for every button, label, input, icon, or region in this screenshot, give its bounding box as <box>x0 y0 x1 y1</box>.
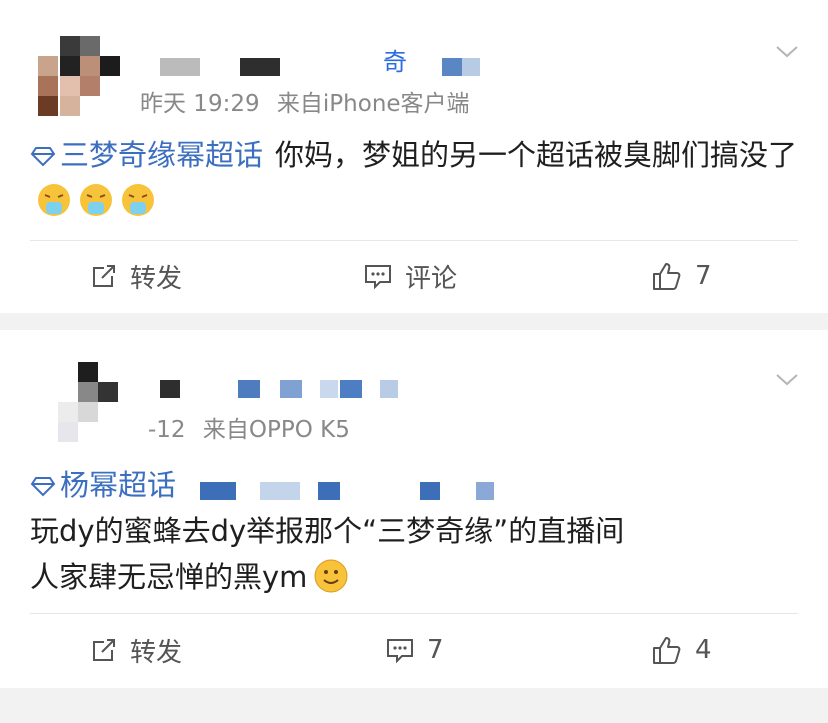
repost-icon <box>93 265 115 287</box>
username-blur <box>160 380 180 398</box>
comment-button[interactable]: 7 <box>385 622 444 678</box>
diamond-icon <box>30 477 56 497</box>
username-blur <box>340 380 362 398</box>
post-card-2: -12 来自OPPO K5 杨幂超话 玩dy的蜜蜂去dy举报那个“三梦奇缘”的直… <box>0 330 828 688</box>
username-blur <box>320 380 338 398</box>
repost-button[interactable]: 转发 <box>90 248 182 304</box>
post-text: 玩dy的蜜蜂去dy举报那个“三梦奇缘”的直播间 人家肆无忌惮的黑ym <box>30 508 808 600</box>
topic-link[interactable]: 三梦奇缘幂超话 <box>30 138 263 172</box>
post-text: 你妈，梦姐的另一个超话被臭脚们搞没了 <box>275 138 798 172</box>
topic-link[interactable]: 杨幂超话 <box>30 468 176 502</box>
divider <box>30 613 798 614</box>
vomit-emoji <box>38 184 70 216</box>
post-text-line: 玩dy的蜜蜂去dy举报那个“三梦奇缘”的直播间 <box>30 514 625 548</box>
chevron-down-icon[interactable] <box>774 38 800 64</box>
vomit-emoji <box>122 184 154 216</box>
like-button[interactable]: 4 <box>651 622 712 678</box>
post-meta: 昨天 19:29 来自iPhone客户端 <box>140 84 470 118</box>
post-meta: -12 来自OPPO K5 <box>148 410 350 444</box>
post-source: 来自iPhone客户端 <box>276 91 470 117</box>
action-bar: 转发 7 4 <box>0 622 828 678</box>
post-card-1: 奇 昨天 19:29 来自iPhone客户端 三梦奇缘幂超话 你妈，梦姐的另一个超… <box>0 0 828 313</box>
topic-blur <box>200 482 236 500</box>
post-text-line: 人家肆无忌惮的黑ym <box>30 554 808 600</box>
username[interactable]: 奇 <box>383 42 407 77</box>
chevron-down-icon[interactable] <box>774 366 800 392</box>
like-icon <box>653 263 681 290</box>
topic-blur <box>420 482 440 500</box>
topic-blur <box>476 482 494 500</box>
topic-blur <box>318 482 340 500</box>
smile-emoji <box>314 559 348 593</box>
comment-button[interactable]: 评论 <box>363 248 457 304</box>
post-source: 来自OPPO K5 <box>202 417 350 443</box>
like-icon <box>653 637 681 664</box>
like-button[interactable]: 7 <box>651 248 712 304</box>
vomit-emoji <box>80 184 112 216</box>
username-blur <box>238 380 260 398</box>
username-blur <box>380 380 398 398</box>
topic-blur <box>260 482 300 500</box>
post-body: 杨幂超话 <box>30 462 808 508</box>
comment-icon <box>365 265 391 290</box>
post-time: -12 <box>148 417 186 443</box>
username-blur <box>462 58 480 76</box>
repost-icon <box>93 639 115 661</box>
post-time: 昨天 19:29 <box>140 91 260 117</box>
action-bar: 转发 评论 7 <box>0 248 828 304</box>
post-body: 三梦奇缘幂超话 你妈，梦姐的另一个超话被臭脚们搞没了 <box>30 132 808 224</box>
username-blur <box>442 58 462 76</box>
repost-button[interactable]: 转发 <box>90 622 182 678</box>
username-blur <box>160 58 200 76</box>
username-blur <box>280 380 302 398</box>
avatar[interactable] <box>38 36 120 118</box>
divider <box>30 240 798 241</box>
avatar[interactable] <box>38 352 120 442</box>
diamond-icon <box>30 147 56 167</box>
username-blur <box>240 58 280 76</box>
comment-icon <box>387 639 413 664</box>
